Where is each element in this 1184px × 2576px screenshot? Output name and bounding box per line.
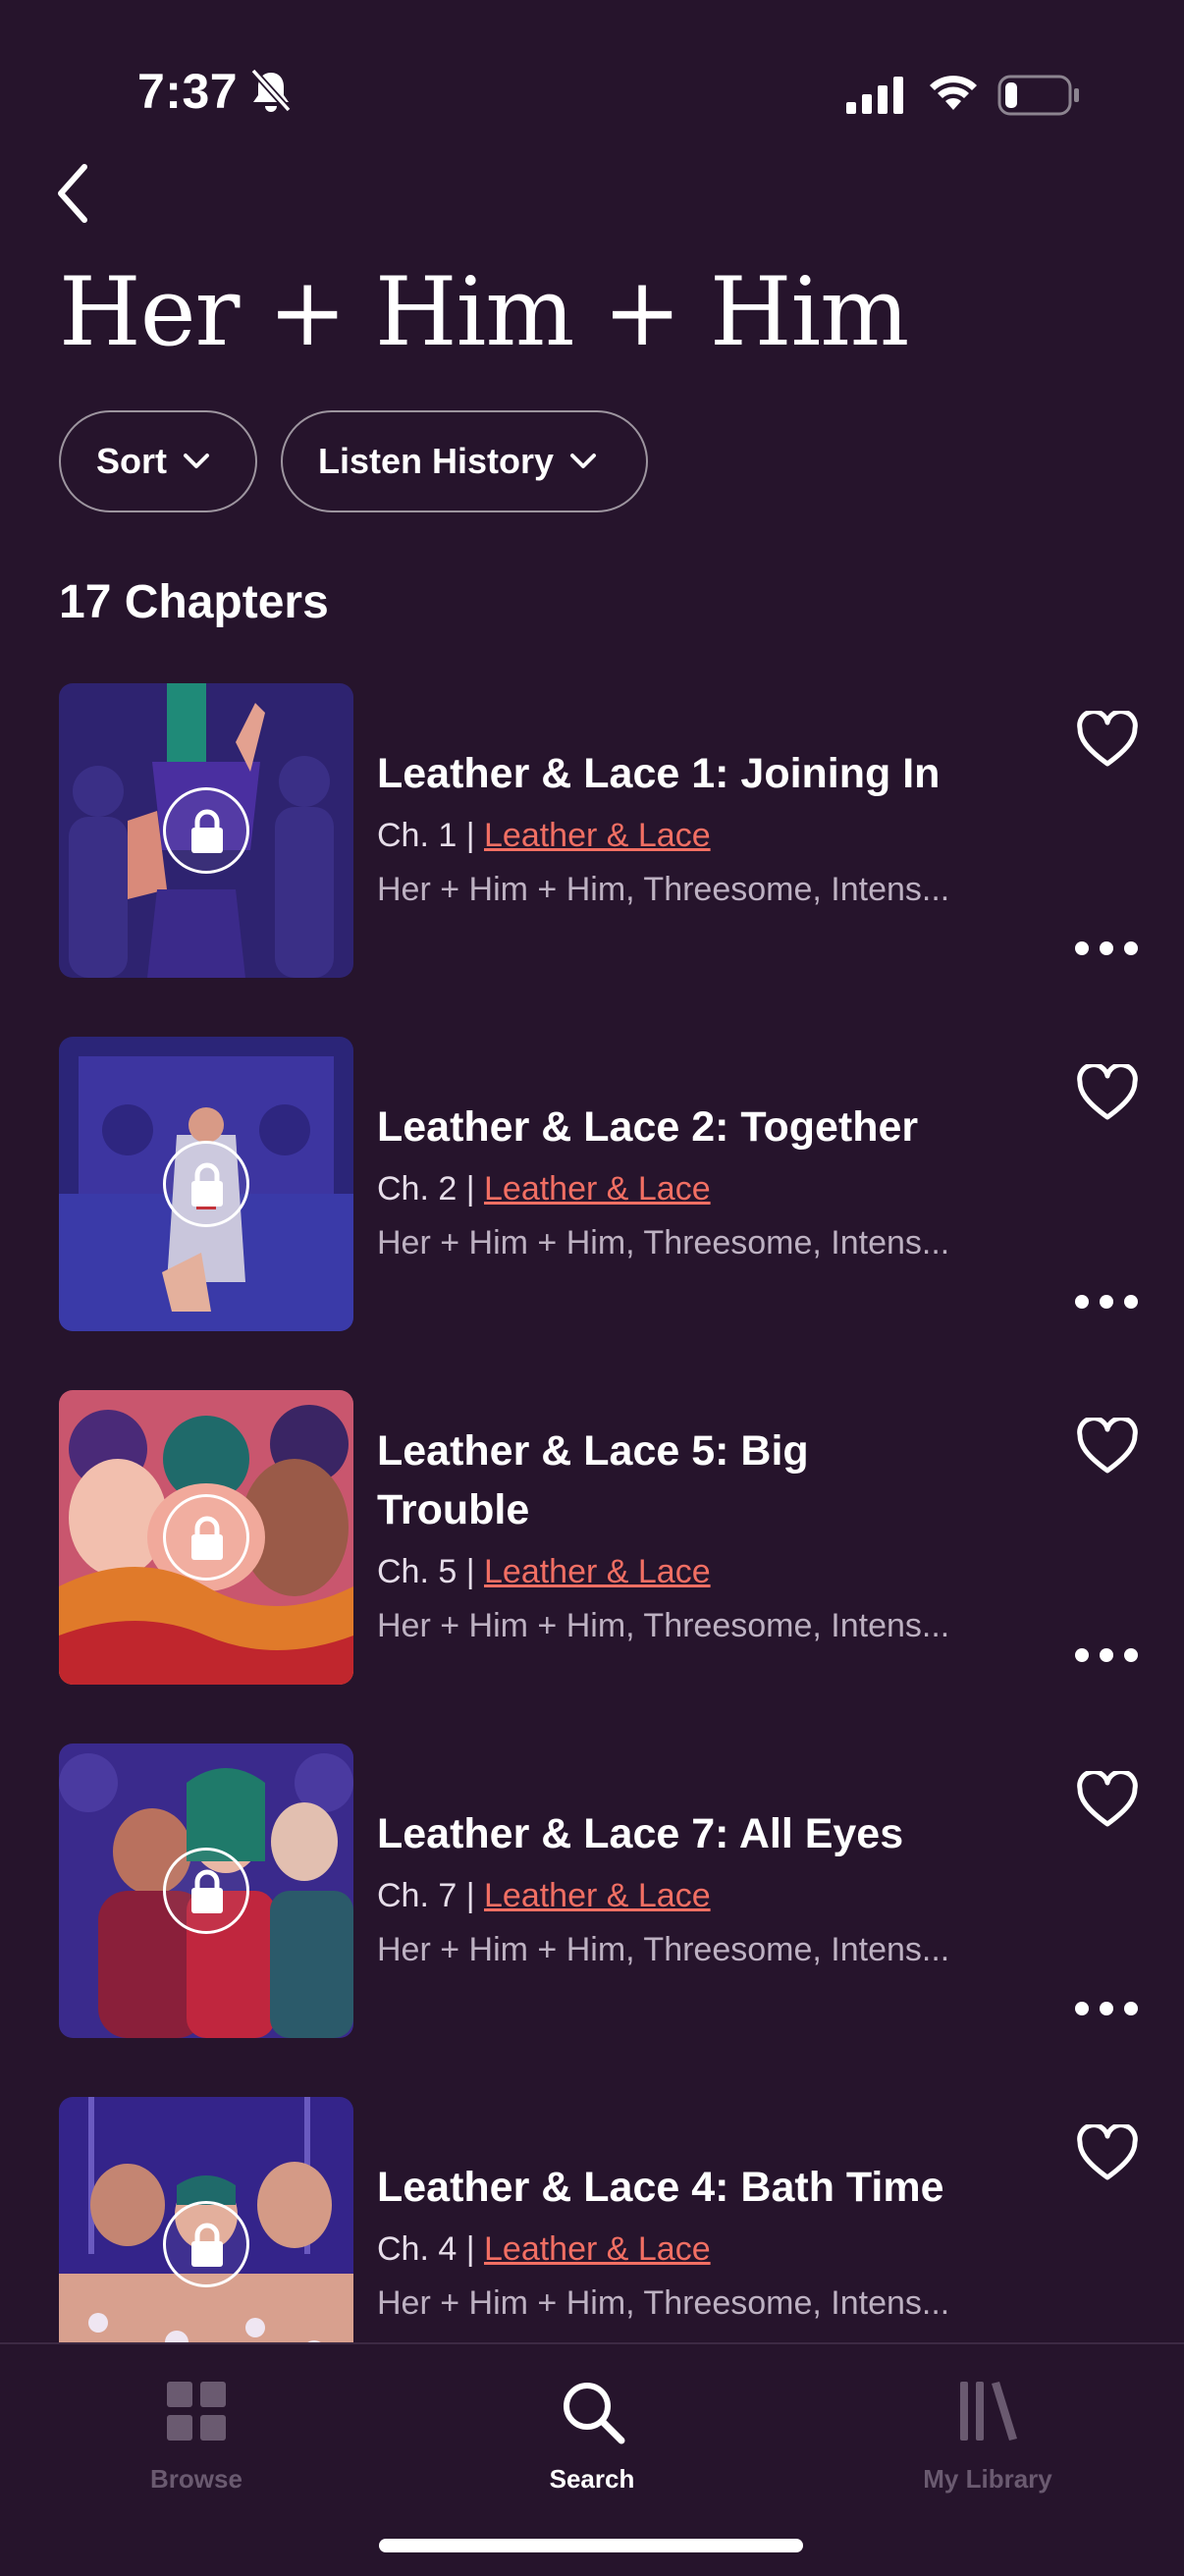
chapter-tags: Her + Him + Him, Threesome, Intens... [377, 1224, 950, 1261]
bell-muted-icon [250, 69, 292, 113]
chapter-title[interactable]: Leather & Lace 2: Together [377, 1098, 986, 1156]
chapter-cover [59, 1744, 353, 2038]
chapter-count: 17 Chapters [59, 576, 329, 628]
chevron-down-icon [570, 454, 597, 468]
listen-history-button[interactable]: Listen History [281, 410, 648, 512]
chevron-down-icon [184, 454, 209, 468]
chapter-cover [59, 683, 353, 978]
more-options-icon[interactable] [1074, 1647, 1139, 1663]
series-link[interactable]: Leather & Lace [484, 1553, 711, 1590]
chapter-cover [59, 1390, 353, 1685]
chapter-meta: Ch. 4 | Leather & Lace [377, 2223, 986, 2276]
chapter-number: Ch. 5 | [377, 1553, 475, 1590]
tab-browse-label: Browse [150, 2464, 242, 2494]
grid-icon [167, 2382, 226, 2441]
status-bar: 7:37 [0, 0, 1184, 147]
heart-icon[interactable] [1076, 711, 1139, 768]
lock-icon [163, 2201, 249, 2287]
chapter-meta: Ch. 5 | Leather & Lace [377, 1545, 986, 1598]
home-indicator [379, 2539, 803, 2552]
heart-icon[interactable] [1076, 1064, 1139, 1121]
series-link[interactable]: Leather & Lace [484, 1877, 711, 1914]
chapter-tags: Her + Him + Him, Threesome, Intens... [377, 871, 950, 908]
chapter-tags: Her + Him + Him, Threesome, Intens... [377, 1607, 950, 1644]
battery-icon [997, 75, 1079, 116]
chapter-number: Ch. 4 | [377, 2230, 475, 2268]
lock-icon [163, 1848, 249, 1934]
series-link[interactable]: Leather & Lace [484, 1170, 711, 1208]
more-options-icon[interactable] [1074, 2001, 1139, 2016]
chapter-number: Ch. 2 | [377, 1170, 475, 1208]
lock-icon [163, 1494, 249, 1581]
chapter-meta: Ch. 7 | Leather & Lace [377, 1869, 986, 1922]
chapter-row[interactable]: Leather & Lace 2: Together Ch. 2 | Leath… [0, 1037, 1184, 1331]
tab-library-label: My Library [923, 2464, 1052, 2494]
tab-library[interactable]: My Library [860, 2364, 1115, 2494]
chapter-meta: Ch. 2 | Leather & Lace [377, 1162, 986, 1215]
chapter-number: Ch. 1 | [377, 817, 475, 854]
listen-history-label: Listen History [318, 441, 555, 481]
chapter-title[interactable]: Leather & Lace 7: All Eyes [377, 1804, 986, 1863]
tab-search-label: Search [549, 2464, 635, 2494]
chapter-tags: Her + Him + Him, Threesome, Intens... [377, 1931, 950, 1968]
chapter-tags: Her + Him + Him, Threesome, Intens... [377, 2284, 950, 2322]
heart-icon[interactable] [1076, 1771, 1139, 1828]
more-options-icon[interactable] [1074, 940, 1139, 956]
chapter-title[interactable]: Leather & Lace 5: Big Trouble [377, 1422, 888, 1539]
tab-browse[interactable]: Browse [69, 2364, 324, 2494]
chapter-meta: Ch. 1 | Leather & Lace [377, 809, 986, 862]
wifi-icon [930, 76, 977, 110]
heart-icon[interactable] [1076, 1418, 1139, 1475]
more-options-icon[interactable] [1074, 1294, 1139, 1310]
lock-icon [163, 1141, 249, 1227]
status-time: 7:37 [137, 64, 239, 119]
lock-icon [163, 787, 249, 874]
chapter-row[interactable]: Leather & Lace 1: Joining In Ch. 1 | Lea… [0, 683, 1184, 978]
signal-icon [846, 77, 903, 114]
series-link[interactable]: Leather & Lace [484, 817, 711, 854]
chapter-number: Ch. 7 | [377, 1877, 475, 1914]
chapter-row[interactable]: Leather & Lace 7: All Eyes Ch. 7 | Leath… [0, 1744, 1184, 2038]
series-link[interactable]: Leather & Lace [484, 2230, 711, 2268]
page-title: Her + Him + Him [59, 257, 909, 367]
tab-search[interactable]: Search [464, 2364, 720, 2494]
back-chevron-icon[interactable] [51, 159, 94, 228]
chapter-title[interactable]: Leather & Lace 4: Bath Time [377, 2158, 986, 2217]
chapter-title[interactable]: Leather & Lace 1: Joining In [377, 744, 986, 803]
chapter-cover [59, 1037, 353, 1331]
chapter-row[interactable]: Leather & Lace 5: Big Trouble Ch. 5 | Le… [0, 1390, 1184, 1685]
search-icon [564, 2383, 625, 2444]
sort-button[interactable]: Sort [59, 410, 257, 512]
heart-icon[interactable] [1076, 2124, 1139, 2181]
sort-label: Sort [96, 441, 167, 481]
library-icon [960, 2382, 1017, 2441]
